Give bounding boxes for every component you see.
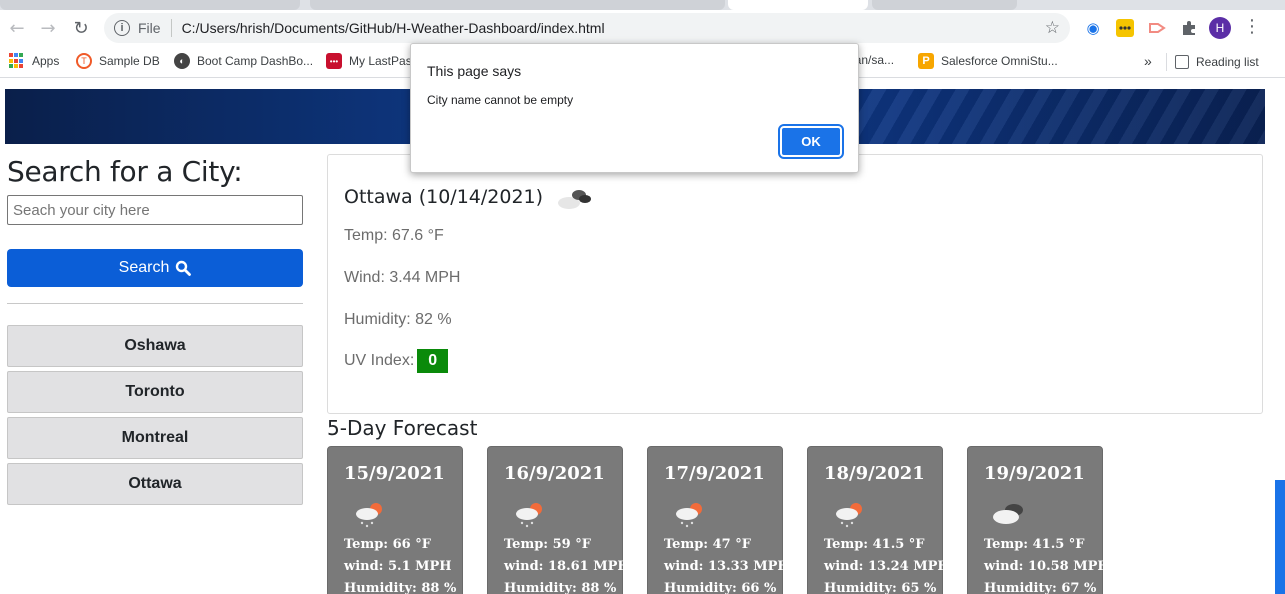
forecast-temp: Temp: 59 °F: [504, 537, 591, 552]
forecast-temp: Temp: 47 °F: [664, 537, 751, 552]
search-icon: [176, 260, 192, 276]
snow-sun-icon: [670, 499, 710, 529]
city-search-input[interactable]: [7, 195, 303, 225]
bookmark-salesforce[interactable]: P Salesforce OmniStu...: [918, 53, 1058, 69]
history-city-button[interactable]: Ottawa: [7, 463, 303, 505]
forecast-date: 18/9/2021: [824, 463, 925, 484]
forecast-wind: wind: 13.33 MPH: [664, 559, 790, 574]
bookmark-apps[interactable]: Apps: [9, 53, 59, 69]
forecast-card: 17/9/2021 Temp: 47 °F wind: 13.33 MPH Humid…: [647, 446, 790, 594]
tab-strip: [0, 0, 1285, 10]
bookmark-label: My LastPass: [349, 54, 418, 68]
forecast-date: 19/9/2021: [984, 463, 1085, 484]
forecast-card: 16/9/2021 Temp: 59 °F wind: 18.61 MPH Humid…: [487, 446, 630, 594]
uv-label: UV Index:: [344, 352, 415, 369]
extension-arrow-icon[interactable]: [1147, 18, 1167, 38]
forecast-humidity: Humidity: 66 %: [664, 581, 777, 594]
cloudy-icon: [558, 190, 592, 209]
extensions-puzzle-icon[interactable]: [1179, 18, 1199, 38]
reload-button[interactable]: ↻: [69, 16, 93, 40]
bookmark-bootcamp[interactable]: ◐ Boot Camp DashBo...: [174, 53, 313, 69]
url-text[interactable]: C:/Users/hrish/Documents/GitHub/H-Weathe…: [182, 20, 605, 36]
forecast-humidity: Humidity: 88 %: [344, 581, 457, 594]
dialog-message: City name cannot be empty: [427, 93, 574, 107]
bookmark-label: Apps: [32, 54, 60, 68]
current-temp: Temp: 67.6 °F: [344, 227, 444, 244]
forecast-card: 19/9/2021 Temp: 41.5 °F wind: 10.58 MPH Hum…: [967, 446, 1110, 594]
reading-list-button[interactable]: Reading list: [1166, 53, 1259, 71]
bookmark-label: Sample DB: [99, 54, 160, 68]
divider: [7, 303, 303, 304]
browser-tab-active[interactable]: [728, 0, 868, 10]
bookmark-label: Salesforce OmniStu...: [941, 54, 1058, 68]
divider: [170, 19, 172, 37]
bookmark-sample-db[interactable]: T Sample DB: [76, 53, 160, 69]
dialog-title: This page says: [427, 63, 522, 79]
address-bar[interactable]: i File C:/Users/hrish/Documents/GitHub/H…: [104, 13, 1070, 43]
forecast-card: 18/9/2021 Temp: 41.5 °F wind: 13.24 MPH Hum…: [807, 446, 950, 594]
forward-button[interactable]: →: [36, 16, 60, 40]
globe-icon: ◐: [174, 53, 190, 69]
scheme-label: File: [138, 20, 161, 36]
browser-tab[interactable]: [0, 0, 300, 10]
star-icon[interactable]: ☆: [1045, 18, 1060, 38]
snow-sun-icon: [830, 499, 870, 529]
salesforce-icon: P: [918, 53, 934, 69]
extension-lastpass-icon[interactable]: [1115, 18, 1135, 38]
forecast-date: 15/9/2021: [344, 463, 445, 484]
forecast-humidity: Humidity: 65 %: [824, 581, 937, 594]
forecast-card: 15/9/2021 Temp: 66 °F wind: 5.1 MPH Humidit…: [327, 446, 463, 594]
scrollbar-thumb[interactable]: [1275, 480, 1285, 594]
forecast-date: 17/9/2021: [664, 463, 765, 484]
apps-grid-icon: [9, 53, 25, 69]
menu-kebab-icon[interactable]: ⋮: [1243, 16, 1261, 37]
forecast-temp: Temp: 66 °F: [344, 537, 431, 552]
alert-dialog: This page says City name cannot be empty…: [410, 43, 859, 173]
ok-button[interactable]: OK: [778, 124, 844, 159]
browser-toolbar: ← → ↻ i File C:/Users/hrish/Documents/Gi…: [0, 10, 1285, 46]
profile-avatar[interactable]: H: [1209, 17, 1231, 39]
forecast-temp: Temp: 41.5 °F: [984, 537, 1085, 552]
extension-eye-icon[interactable]: ◉: [1083, 18, 1103, 38]
current-city-heading: Ottawa (10/14/2021): [344, 183, 599, 211]
snow-sun-icon: [510, 499, 550, 529]
forecast-humidity: Humidity: 88 %: [504, 581, 617, 594]
back-button[interactable]: ←: [5, 16, 29, 40]
forecast-temp: Temp: 41.5 °F: [824, 537, 925, 552]
history-city-button[interactable]: Montreal: [7, 417, 303, 459]
lastpass-icon: •••: [326, 53, 342, 69]
browser-tab[interactable]: [310, 0, 725, 10]
uv-index-badge: 0: [417, 349, 449, 373]
snow-sun-icon: [350, 499, 390, 529]
forecast-date: 16/9/2021: [504, 463, 605, 484]
current-humidity: Humidity: 82 %: [344, 311, 452, 328]
forecast-wind: wind: 10.58 MPH: [984, 559, 1110, 574]
forecast-humidity: Humidity: 67 %: [984, 581, 1097, 594]
forecast-title: 5-Day Forecast: [327, 416, 478, 440]
search-title: Search for a City:: [7, 155, 243, 188]
history-city-button[interactable]: Toronto: [7, 371, 303, 413]
sample-db-icon: T: [76, 53, 92, 69]
forecast-wind: wind: 13.24 MPH: [824, 559, 950, 574]
city-date-title: Ottawa (10/14/2021): [344, 186, 544, 208]
search-button[interactable]: Search: [7, 249, 303, 287]
search-button-label: Search: [118, 259, 170, 276]
info-icon[interactable]: i: [114, 20, 130, 36]
forecast-wind: wind: 5.1 MPH: [344, 559, 452, 574]
history-city-button[interactable]: Oshawa: [7, 325, 303, 367]
banner-pattern: [845, 89, 1265, 144]
current-uv: UV Index: 0: [344, 349, 449, 373]
bookmarks-overflow-button[interactable]: »: [1144, 53, 1152, 69]
browser-tab[interactable]: [872, 0, 1017, 10]
forecast-wind: wind: 18.61 MPH: [504, 559, 630, 574]
bookmark-lastpass[interactable]: ••• My LastPass: [326, 53, 418, 69]
reading-list-label: Reading list: [1196, 55, 1259, 69]
reading-list-icon: [1175, 55, 1189, 69]
cloudy-icon: [990, 499, 1030, 529]
current-wind: Wind: 3.44 MPH: [344, 269, 461, 286]
bookmark-label: Boot Camp DashBo...: [197, 54, 314, 68]
